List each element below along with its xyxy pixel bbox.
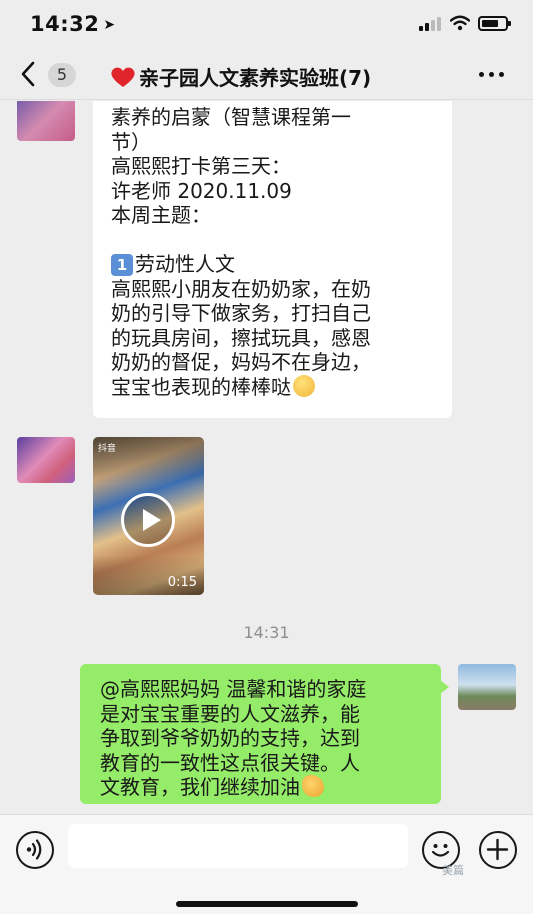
battery-icon [478,16,511,31]
voice-button[interactable] [16,831,54,869]
more-icon [479,72,484,77]
message-bubble-sent[interactable]: @高熙熙妈妈 温馨和谐的家庭 是对宝宝重要的人文滋养，能 争取到爷爷奶奶的支持，… [80,664,449,804]
message-list: 素养的启蒙（智慧课程第一 节） 高熙熙打卡第三天： 许老师 2020.11.09… [0,101,533,814]
video-message[interactable]: 抖音 0:15 [93,437,204,595]
flexed-biceps-emoji-icon [302,775,324,797]
back-button[interactable]: 5 [14,59,84,91]
message-input[interactable] [68,824,408,868]
more-actions-button[interactable] [479,831,517,869]
message-line: 争取到爷爷奶奶的支持，达到 [100,726,360,750]
heart-icon [111,67,135,87]
message-line: 奶奶的督促，妈妈不在身边， [111,350,371,374]
status-bar: 14:32 ➤ [0,0,533,50]
message-line: 宝宝也表现的棒棒哒 [111,374,436,400]
video-source-tag: 抖音 [98,444,117,454]
message-bubble-received[interactable]: 素养的启蒙（智慧课程第一 节） 高熙熙打卡第三天： 许老师 2020.11.09… [93,101,452,418]
voice-icon [26,839,42,860]
avatar[interactable] [17,437,75,483]
message-line: 素养的启蒙（智慧课程第一 [111,105,351,129]
video-duration: 0:15 [167,575,197,590]
message-line: 节） [111,129,151,154]
play-icon[interactable] [121,493,175,547]
message-line: 奶的引导下做家务，打扫自己 [111,301,371,325]
plus-icon [486,838,509,861]
message-line: 教育的一致性这点很关键。人 [100,750,360,775]
avatar[interactable] [458,664,516,710]
status-time-text: 14:32 [30,12,100,36]
message-line: 许老师 2020.11.09 [111,178,292,203]
message-line: @高熙熙妈妈 温馨和谐的家庭 [100,677,367,701]
watermark: 美篇 [442,864,464,877]
message-line [111,228,436,253]
location-arrow-icon: ➤ [103,17,116,33]
home-indicator [176,901,358,907]
chat-title-text: 亲子园人文素养实验班(7) [139,66,372,90]
number-one-icon: 1 [111,254,133,276]
unread-count-badge: 5 [48,63,76,87]
message-line: 是对宝宝重要的人文滋养，能 [100,701,360,726]
back-chevron-icon [21,61,35,87]
status-time: 14:32 ➤ [30,12,116,36]
message-line: 高熙熙小朋友在奶奶家，在奶 [111,276,371,301]
more-options-button[interactable] [477,71,507,79]
message-line: 文教育，我们继续加油 [100,775,431,800]
battery-level [482,20,498,27]
message-line-text: 文教育，我们继续加油 [100,775,300,799]
avatar[interactable] [17,101,75,141]
message-line-text: 宝宝也表现的棒棒哒 [111,374,291,399]
message-line: 高熙熙打卡第三天： [111,154,291,178]
signal-icon [419,17,443,31]
party-face-emoji-icon [293,374,315,397]
message-line: 本周主题： [111,203,211,227]
topic-text: 劳动性人文 [135,252,235,276]
chat-title: 亲子园人文素养实验班(7) [110,62,440,91]
message-timestamp: 14:31 [243,623,290,642]
message-line: 1 劳动性人文 [111,252,436,277]
wifi-icon [450,15,470,31]
chat-header: 5 亲子园人文素养实验班(7) [0,50,533,100]
message-line: 的玩具房间，擦拭玩具，感恩 [111,325,371,350]
